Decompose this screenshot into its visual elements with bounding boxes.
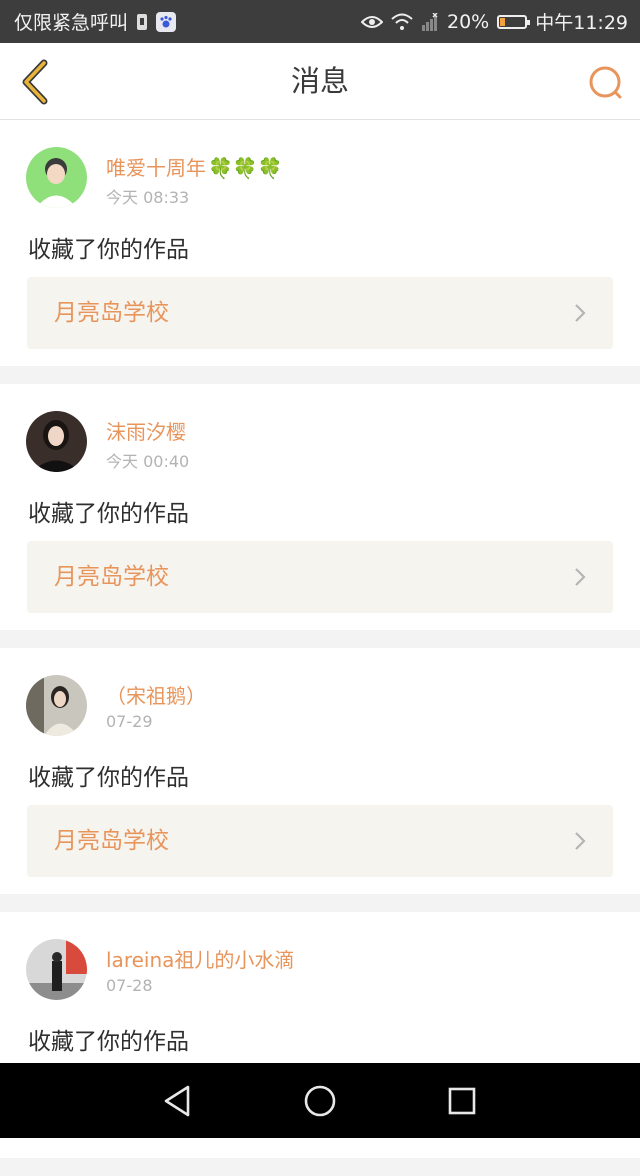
battery-level-fill: [500, 17, 506, 26]
recents-square-icon: [448, 1087, 476, 1115]
timestamp: 07-28: [106, 976, 153, 995]
message-card: 沫雨汐樱 今天 00:40 收藏了你的作品 月亮岛学校: [0, 384, 640, 630]
status-bar: 仅限紧急呼叫 20% 中午11:29: [0, 0, 640, 43]
battery-icon: [497, 14, 531, 29]
nav-home-button[interactable]: [302, 1083, 338, 1119]
emergency-call-text: 仅限紧急呼叫: [14, 12, 129, 34]
chevron-right-icon: [575, 304, 586, 322]
wifi-icon: [391, 13, 413, 31]
work-title: 月亮岛学校: [54, 564, 169, 590]
clover-emoji: 🍀🍀🍀: [208, 156, 283, 180]
system-nav-bar: [0, 1063, 640, 1138]
battery-percent: 20%: [447, 10, 490, 33]
eye-icon: [361, 15, 383, 29]
chevron-right-icon: [575, 568, 586, 586]
action-text: 收藏了你的作品: [28, 237, 189, 263]
work-title: 月亮岛学校: [54, 300, 169, 326]
status-bar-right: 20% 中午11:29: [361, 8, 628, 35]
message-list: 唯爱十周年 🍀🍀🍀 今天 08:33 收藏了你的作品 月亮岛学校 沫雨汐樱 今天 …: [0, 120, 640, 1176]
work-link[interactable]: 月亮岛学校: [27, 541, 613, 613]
work-link[interactable]: 月亮岛学校: [27, 277, 613, 349]
avatar[interactable]: [26, 411, 87, 472]
username-text: 沫雨汐樱: [106, 420, 186, 444]
username-text: （宋祖鹅）: [106, 684, 206, 708]
sim-icon: [136, 13, 148, 31]
action-text: 收藏了你的作品: [28, 1029, 189, 1055]
username-text: lareina祖儿的小水滴: [106, 948, 295, 972]
message-card: 唯爱十周年 🍀🍀🍀 今天 08:33 收藏了你的作品 月亮岛学校: [0, 120, 640, 366]
action-text: 收藏了你的作品: [28, 501, 189, 527]
page-title: 消息: [290, 64, 349, 98]
search-icon: [589, 66, 622, 99]
username-text: 唯爱十周年: [106, 156, 206, 180]
nav-back-button[interactable]: [160, 1083, 196, 1119]
work-title: 月亮岛学校: [54, 828, 169, 854]
home-circle-icon: [304, 1085, 336, 1117]
timestamp: 今天 00:40: [106, 452, 190, 471]
baidu-paw-icon: [156, 11, 177, 32]
timestamp: 今天 08:33: [106, 188, 190, 207]
avatar[interactable]: [26, 147, 87, 208]
username[interactable]: 唯爱十周年 🍀🍀🍀: [106, 152, 283, 181]
work-link[interactable]: 月亮岛学校: [27, 805, 613, 877]
message-card: （宋祖鹅） 07-29 收藏了你的作品 月亮岛学校: [0, 648, 640, 894]
search-button[interactable]: [586, 63, 626, 103]
status-bar-left: 仅限紧急呼叫: [14, 8, 177, 35]
timestamp: 07-29: [106, 712, 153, 731]
signal-icon: [421, 12, 439, 31]
clock: 中午11:29: [535, 12, 628, 34]
app-header: 消息: [0, 43, 640, 120]
avatar[interactable]: [26, 939, 87, 1000]
chevron-right-icon: [575, 832, 586, 850]
avatar[interactable]: [26, 675, 87, 736]
back-triangle-icon: [164, 1085, 190, 1117]
nav-recents-button[interactable]: [444, 1083, 480, 1119]
username[interactable]: 沫雨汐樱: [106, 416, 186, 445]
action-text: 收藏了你的作品: [28, 765, 189, 791]
username[interactable]: （宋祖鹅）: [106, 680, 206, 709]
username[interactable]: lareina祖儿的小水滴: [106, 944, 294, 973]
